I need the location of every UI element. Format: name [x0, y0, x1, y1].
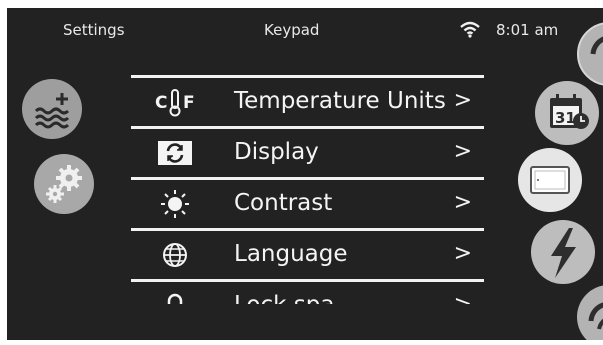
- calendar-day: 31: [555, 109, 576, 127]
- lightning-icon: [551, 228, 576, 278]
- top-right-button[interactable]: [577, 22, 603, 86]
- water-heat-icon: [34, 93, 70, 129]
- calendar-button[interactable]: 31: [535, 81, 599, 145]
- settings-gears-button[interactable]: [34, 154, 94, 214]
- sun-icon: [151, 189, 199, 219]
- chevron-right-icon: >: [453, 241, 472, 266]
- menu-item-display[interactable]: Display >: [131, 126, 484, 178]
- clock-time: 8:01 am: [496, 21, 559, 39]
- keypad-label[interactable]: Keypad: [264, 21, 319, 39]
- gears-icon: [46, 165, 82, 203]
- menu-item-label: Language: [234, 241, 348, 267]
- keypad-screen: Settings Keypad 8:01 am C F Temperature …: [7, 8, 603, 340]
- power-button[interactable]: [531, 220, 595, 284]
- calendar-icon: 31: [550, 94, 589, 129]
- menu-item-label: Temperature Units: [234, 88, 446, 114]
- bottom-right-button[interactable]: [577, 285, 603, 340]
- celsius-fahrenheit-icon: C F: [151, 87, 199, 117]
- menu-item-label: Display: [234, 139, 319, 165]
- lock-icon: [151, 291, 199, 304]
- menu-item-label: Lock spa: [234, 292, 334, 304]
- water-heat-button[interactable]: [22, 79, 82, 139]
- status-bar: Settings Keypad 8:01 am: [7, 8, 603, 48]
- chevron-right-icon: >: [453, 190, 472, 215]
- menu-item-contrast[interactable]: Contrast >: [131, 177, 484, 229]
- chevron-right-icon: >: [453, 88, 472, 113]
- menu-item-lock-spa[interactable]: Lock spa >: [131, 279, 484, 304]
- partial-bottom-icon: [588, 302, 603, 330]
- wifi-icon: [460, 21, 480, 38]
- svg-text:C: C: [155, 93, 167, 113]
- settings-label[interactable]: Settings: [63, 21, 125, 39]
- menu-item-language[interactable]: Language >: [131, 228, 484, 280]
- settings-menu: C F Temperature Units > Display > Contra…: [131, 75, 484, 304]
- chevron-right-icon: >: [454, 292, 472, 304]
- refresh-icon: [151, 138, 199, 168]
- panel-button[interactable]: [518, 148, 582, 212]
- partial-top-icon: [590, 36, 603, 55]
- chevron-right-icon: >: [453, 139, 472, 164]
- panel-icon: [530, 166, 570, 194]
- menu-item-temperature-units[interactable]: C F Temperature Units >: [131, 75, 484, 127]
- svg-text:F: F: [183, 93, 195, 113]
- globe-icon: [151, 240, 199, 270]
- menu-item-label: Contrast: [234, 190, 333, 216]
